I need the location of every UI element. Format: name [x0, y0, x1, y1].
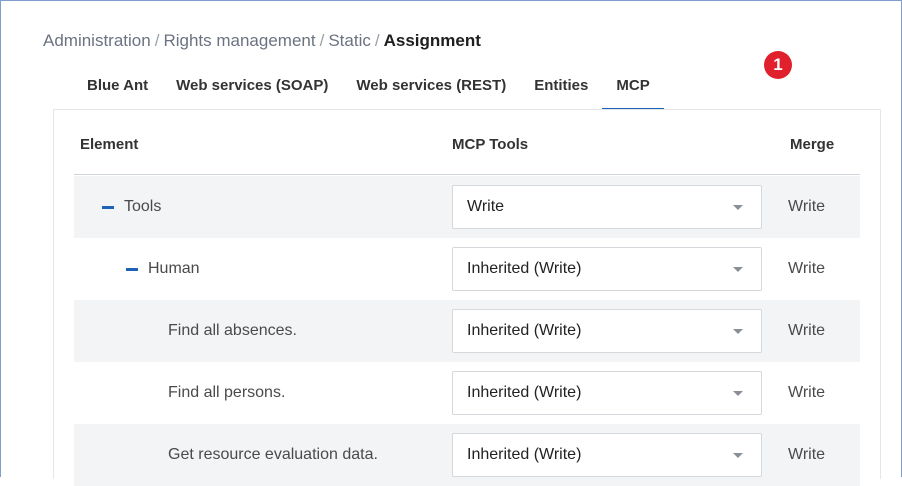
collapse-icon[interactable]	[126, 267, 138, 271]
element-cell: Find all persons.	[168, 362, 285, 424]
chevron-down-icon	[733, 267, 743, 272]
assignment-table-panel: Element MCP Tools Merge Tools Write Writ…	[53, 109, 881, 486]
permission-select[interactable]: Inherited (Write)	[452, 247, 762, 291]
permission-select-value: Inherited (Write)	[467, 446, 582, 463]
table-header: Element MCP Tools Merge	[74, 110, 860, 175]
breadcrumb-rights-management[interactable]: Rights management	[163, 31, 315, 50]
permission-select-value: Inherited (Write)	[467, 384, 582, 401]
chevron-down-icon	[733, 453, 743, 458]
element-label: Tools	[124, 198, 162, 215]
merge-cell: Write	[788, 384, 826, 401]
permission-select[interactable]: Write	[452, 185, 762, 229]
tab-bar: Blue Ant Web services (SOAP) Web service…	[73, 67, 665, 111]
annotation-badge: 1	[764, 51, 792, 79]
tab-mcp[interactable]: MCP	[602, 67, 665, 111]
tab-web-services-soap[interactable]: Web services (SOAP)	[162, 67, 342, 109]
tab-web-services-rest[interactable]: Web services (REST)	[342, 67, 520, 109]
merge-cell: Write	[788, 198, 826, 215]
breadcrumb-current: Assignment	[383, 31, 481, 50]
table-row: Human Inherited (Write) Write	[74, 238, 860, 300]
element-label: Human	[148, 260, 200, 277]
permission-select[interactable]: Inherited (Write)	[452, 371, 762, 415]
chevron-down-icon	[733, 205, 743, 210]
element-cell: Tools	[102, 176, 161, 238]
breadcrumb: Administration / Rights management / Static /…	[43, 31, 481, 51]
element-label: Get resource evaluation data.	[168, 446, 378, 463]
permission-select-value: Write	[467, 198, 505, 215]
chevron-down-icon	[733, 329, 743, 334]
window-frame: Administration / Rights management / Static /…	[0, 0, 902, 486]
element-label: Find all persons.	[168, 384, 286, 401]
permission-select-value: Inherited (Write)	[467, 260, 582, 277]
permission-select-value: Inherited (Write)	[467, 322, 582, 339]
table-row: Tools Write Write	[74, 176, 860, 238]
collapse-icon[interactable]	[102, 205, 114, 209]
column-header-mcp-tools: MCP Tools	[452, 136, 529, 153]
permission-select[interactable]: Inherited (Write)	[452, 433, 762, 477]
breadcrumb-static[interactable]: Static	[328, 31, 371, 50]
table-body: Tools Write Write Human Inherited (Write…	[74, 176, 860, 486]
chevron-down-icon	[733, 391, 743, 396]
breadcrumb-separator: /	[374, 31, 380, 50]
element-cell: Human	[126, 238, 200, 300]
merge-cell: Write	[788, 260, 826, 277]
permission-select[interactable]: Inherited (Write)	[452, 309, 762, 353]
column-header-merge: Merge	[790, 136, 835, 153]
table-row: Find all persons. Inherited (Write) Writ…	[74, 362, 860, 424]
merge-cell: Write	[788, 322, 826, 339]
breadcrumb-separator: /	[319, 31, 325, 50]
element-cell: Find all absences.	[168, 300, 297, 362]
table-row: Find all absences. Inherited (Write) Wri…	[74, 300, 860, 362]
breadcrumb-administration[interactable]: Administration	[43, 31, 151, 50]
tab-entities[interactable]: Entities	[520, 67, 602, 109]
tab-blue-ant[interactable]: Blue Ant	[73, 67, 162, 109]
element-label: Find all absences.	[168, 322, 297, 339]
column-header-element: Element	[80, 136, 139, 153]
breadcrumb-separator: /	[154, 31, 160, 50]
